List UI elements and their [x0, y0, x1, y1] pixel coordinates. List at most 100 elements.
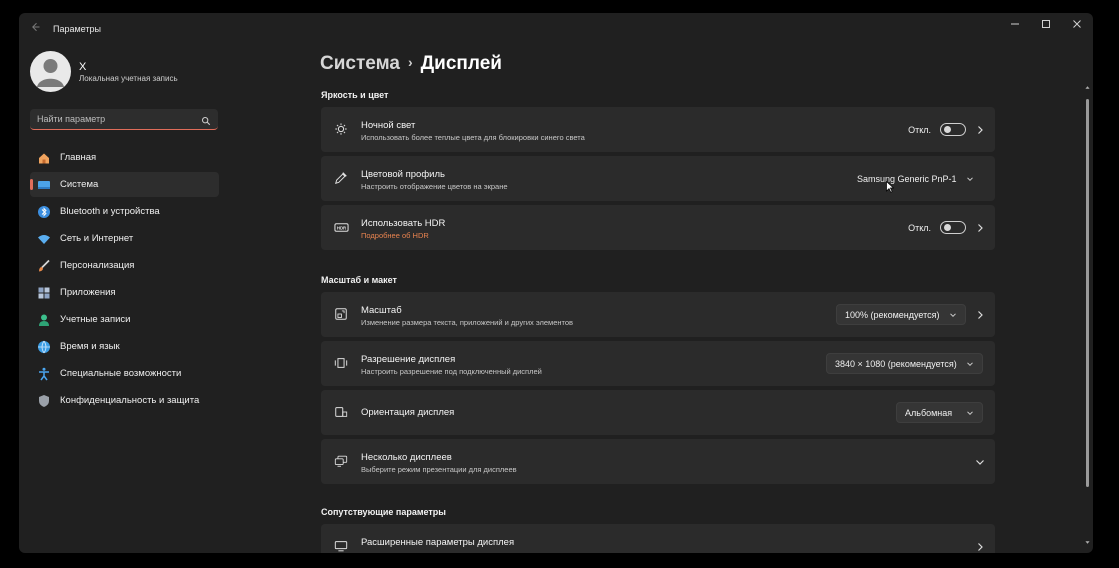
chevron-right-icon[interactable] — [975, 223, 985, 233]
scrollbar-thumb[interactable] — [1086, 99, 1089, 487]
back-arrow-icon[interactable] — [29, 21, 45, 37]
sidebar-item-label: Bluetooth и устройства — [60, 206, 160, 217]
sidebar-item-label: Главная — [60, 152, 97, 163]
color-profile-card: Цветовой профиль Настроить отображение ц… — [321, 156, 995, 201]
chevron-down-icon — [967, 411, 973, 416]
bluetooth-icon — [37, 205, 51, 219]
scale-value: 100% (рекомендуется) — [845, 309, 940, 320]
title-bar: Параметры — [19, 13, 1093, 45]
settings-window: Параметры X Локальная учетная запись Най… — [19, 13, 1093, 553]
chevron-down-icon[interactable] — [975, 457, 985, 467]
breadcrumb-chevron-icon: › — [407, 54, 413, 70]
chevron-down-icon — [950, 313, 956, 318]
hdr-state: Откл. — [908, 223, 931, 233]
maximize-icon[interactable] — [1031, 13, 1061, 35]
sidebar-item-accessibility[interactable]: Специальные возможности — [30, 361, 219, 386]
section-title-brightness: Яркость и цвет — [321, 90, 389, 100]
hdr-title: Использовать HDR — [361, 218, 446, 229]
scale-title: Масштаб — [361, 305, 402, 316]
chevron-down-icon — [967, 362, 973, 367]
sidebar-item-bluetooth[interactable]: Bluetooth и устройства — [30, 199, 219, 224]
sidebar-item-privacy[interactable]: Конфиденциальность и защита — [30, 388, 219, 413]
multiple-displays-icon — [333, 453, 349, 469]
sidebar-item-label: Время и язык — [60, 341, 120, 352]
color-profile-value: Samsung Generic PnP-1 — [857, 173, 957, 184]
sidebar-item-accounts[interactable]: Учетные записи — [30, 307, 219, 332]
search-box[interactable] — [30, 109, 218, 130]
hdr-icon: HDR — [333, 219, 349, 235]
eyedropper-icon — [333, 170, 349, 186]
sidebar-item-time-language[interactable]: Время и язык — [30, 334, 219, 359]
home-icon — [37, 151, 51, 165]
scrollbar[interactable] — [1085, 85, 1090, 545]
advanced-display-card[interactable]: Расширенные параметры дисплея — [321, 524, 995, 553]
orientation-value: Альбомная — [905, 407, 953, 418]
night-light-toggle[interactable] — [940, 123, 966, 136]
chevron-right-icon[interactable] — [975, 310, 985, 320]
scale-icon — [333, 306, 349, 322]
window-title: Параметры — [53, 24, 101, 34]
sidebar-item-label: Конфиденциальность и защита — [60, 395, 200, 406]
brush-icon — [37, 259, 51, 273]
advanced-display-title: Расширенные параметры дисплея — [361, 537, 515, 548]
hdr-toggle[interactable] — [940, 221, 966, 234]
color-profile-title: Цветовой профиль — [361, 169, 445, 180]
night-light-state: Откл. — [908, 125, 931, 135]
sidebar-item-label: Сеть и Интернет — [60, 233, 134, 244]
orientation-title: Ориентация дисплея — [361, 407, 455, 418]
sidebar-item-label: Специальные возможности — [60, 368, 182, 379]
shield-icon — [37, 394, 51, 408]
night-light-card[interactable]: Ночной свет Использовать более теплые цв… — [321, 107, 995, 152]
time-language-icon — [37, 340, 51, 354]
color-profile-dropdown[interactable]: Samsung Generic PnP-1 — [848, 168, 983, 189]
night-light-subtitle: Использовать более теплые цвета для блок… — [361, 133, 585, 142]
section-title-scale: Масштаб и макет — [321, 275, 397, 285]
multiple-displays-title: Несколько дисплеев — [361, 452, 452, 463]
search-icon[interactable] — [201, 113, 211, 131]
user-name: X — [79, 61, 87, 73]
sidebar-nav: Главная Система Bluetooth и устройства С… — [30, 145, 219, 415]
svg-text:HDR: HDR — [336, 225, 346, 230]
section-title-related: Сопутствующие параметры — [321, 507, 446, 517]
resolution-dropdown[interactable]: 3840 × 1080 (рекомендуется) — [826, 353, 983, 374]
hdr-card[interactable]: HDR Использовать HDR Подробнее об HDR От… — [321, 205, 995, 250]
mouse-cursor-icon — [886, 181, 894, 193]
system-icon — [37, 178, 51, 192]
hdr-learn-more-link[interactable]: Подробнее об HDR — [361, 231, 429, 240]
sidebar-item-personalization[interactable]: Персонализация — [30, 253, 219, 278]
sidebar-item-label: Приложения — [60, 287, 116, 298]
breadcrumb-parent[interactable]: Система — [320, 53, 400, 74]
scroll-up-icon[interactable] — [1085, 85, 1090, 90]
resolution-value: 3840 × 1080 (рекомендуется) — [835, 358, 957, 369]
orientation-dropdown[interactable]: Альбомная — [896, 402, 983, 423]
resolution-card: Разрешение дисплея Настроить разрешение … — [321, 341, 995, 386]
accounts-icon — [37, 313, 51, 327]
scale-card[interactable]: Масштаб Изменение размера текста, прилож… — [321, 292, 995, 337]
search-input[interactable] — [37, 112, 187, 126]
chevron-right-icon[interactable] — [975, 125, 985, 135]
apps-icon — [37, 286, 51, 300]
scale-dropdown[interactable]: 100% (рекомендуется) — [836, 304, 966, 325]
scale-subtitle: Изменение размера текста, приложений и д… — [361, 318, 574, 327]
multiple-displays-card[interactable]: Несколько дисплеев Выберите режим презен… — [321, 439, 995, 484]
sidebar-item-home[interactable]: Главная — [30, 145, 219, 170]
resolution-title: Разрешение дисплея — [361, 354, 456, 365]
multiple-displays-subtitle: Выберите режим презентации для дисплеев — [361, 465, 517, 474]
resolution-icon — [333, 355, 349, 371]
orientation-icon — [333, 404, 349, 420]
sidebar-item-label: Учетные записи — [60, 314, 131, 325]
minimize-icon[interactable] — [1000, 13, 1030, 35]
account-type: Локальная учетная запись — [79, 74, 178, 83]
orientation-card: Ориентация дисплея Альбомная — [321, 390, 995, 435]
accessibility-icon — [37, 367, 51, 381]
sidebar-item-system[interactable]: Система — [30, 172, 219, 197]
sidebar-item-label: Система — [60, 179, 99, 190]
avatar[interactable] — [30, 51, 71, 92]
chevron-down-icon — [967, 177, 973, 182]
monitor-icon — [333, 538, 349, 553]
sidebar-item-apps[interactable]: Приложения — [30, 280, 219, 305]
scroll-down-icon[interactable] — [1085, 540, 1090, 545]
close-icon[interactable] — [1062, 13, 1092, 35]
chevron-right-icon[interactable] — [975, 542, 985, 552]
sidebar-item-network[interactable]: Сеть и Интернет — [30, 226, 219, 251]
